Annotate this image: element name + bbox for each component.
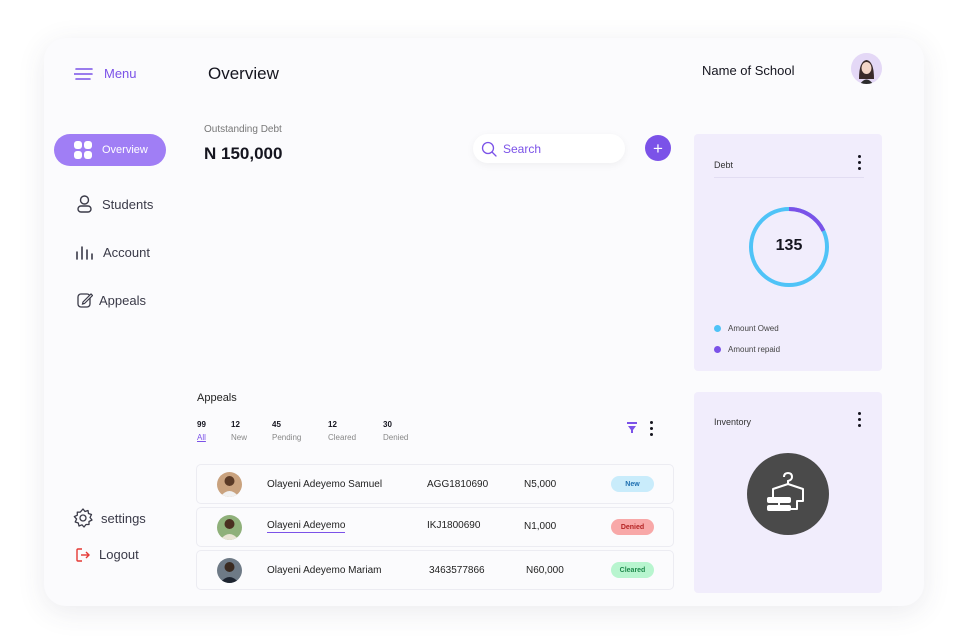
stat-pending[interactable]: 45 Pending — [272, 420, 301, 442]
stat-cleared[interactable]: 12 Cleared — [328, 420, 356, 442]
grid-icon — [74, 141, 92, 159]
debt-center-value: 135 — [775, 237, 803, 254]
stat-label: Denied — [383, 433, 409, 442]
stat-new[interactable]: 12 New — [231, 420, 247, 442]
avatar[interactable] — [851, 53, 882, 84]
stat-label: Pending — [272, 433, 302, 442]
appeals-title: Appeals — [197, 392, 237, 404]
stat-label: All — [197, 433, 206, 442]
settings-button[interactable]: settings — [73, 508, 146, 528]
sidebar-item-label: Students — [102, 196, 154, 212]
row-code: IKJ1800690 — [427, 520, 481, 531]
row-code: AGG1810690 — [427, 479, 489, 490]
stat-all[interactable]: 99 All — [197, 420, 206, 442]
stat-count: 30 — [383, 420, 392, 429]
divider — [714, 177, 864, 178]
row-name: Olayeni Adeyemo Mariam — [267, 565, 382, 576]
stat-label: New — [231, 433, 248, 442]
inventory-icon — [747, 453, 829, 535]
debt-card-title: Debt — [714, 160, 734, 170]
row-avatar — [217, 558, 242, 583]
row-avatar — [217, 515, 242, 540]
status-badge: Cleared — [611, 562, 654, 578]
row-amount: N1,000 — [524, 521, 557, 532]
inventory-card-title: Inventory — [714, 417, 752, 427]
user-icon — [77, 195, 92, 213]
legend-label: Amount repaid — [728, 345, 781, 354]
filter-icon[interactable] — [627, 422, 637, 433]
bar-chart-icon — [76, 245, 93, 260]
logout-button[interactable]: Logout — [76, 547, 139, 562]
sidebar-item-overview[interactable]: Overview — [54, 134, 166, 166]
menu-label: Menu — [104, 66, 137, 81]
search-input[interactable] — [503, 141, 613, 156]
search-box[interactable] — [473, 134, 625, 163]
legend-label: Amount Owed — [728, 324, 779, 333]
stat-count: 12 — [231, 420, 240, 429]
page-title: Overview — [208, 64, 279, 83]
legend-dot — [714, 346, 721, 353]
debt-card: Debt 135 Amount Owed Amount repaid — [694, 134, 882, 371]
sidebar-item-label: Account — [103, 245, 150, 260]
stat-count: 99 — [197, 420, 206, 429]
sidebar-item-label: Overview — [102, 144, 148, 156]
sidebar-item-label: Appeals — [99, 292, 146, 308]
table-row[interactable]: Olayeni Adeyemo IKJ1800690 N1,000 Denied — [196, 507, 674, 547]
menu-button[interactable]: Menu — [74, 66, 137, 81]
row-avatar — [217, 472, 242, 497]
settings-label: settings — [101, 510, 146, 526]
stat-count: 45 — [272, 420, 281, 429]
gear-icon — [73, 508, 93, 528]
inventory-card: Inventory — [694, 392, 882, 593]
status-badge: Denied — [611, 519, 654, 535]
stat-label: Cleared — [328, 433, 357, 442]
add-button[interactable]: + — [645, 135, 671, 161]
menu-icon — [74, 67, 93, 80]
logout-label: Logout — [99, 547, 139, 562]
sidebar-item-appeals[interactable]: Appeals — [77, 292, 146, 308]
row-code: 3463577866 — [429, 565, 485, 576]
row-amount: N5,000 — [524, 479, 557, 490]
inventory-card-more-icon[interactable] — [857, 412, 861, 427]
school-name: Name of School — [702, 63, 795, 78]
search-icon — [481, 141, 497, 157]
stat-denied[interactable]: 30 Denied — [383, 420, 408, 442]
table-row[interactable]: Olayeni Adeyemo Samuel AGG1810690 N5,000… — [196, 464, 674, 504]
legend-amount-repaid: Amount repaid — [714, 345, 780, 354]
debt-card-more-icon[interactable] — [857, 155, 861, 170]
outstanding-debt-label: Outstanding Debt — [204, 124, 282, 135]
appeals-more-icon[interactable] — [649, 421, 653, 436]
edit-icon — [77, 293, 93, 308]
outstanding-debt-value: N 150,000 — [204, 144, 283, 163]
sidebar-item-account[interactable]: Account — [76, 245, 150, 260]
logout-icon — [76, 547, 90, 562]
stat-count: 12 — [328, 420, 337, 429]
row-name[interactable]: Olayeni Adeyemo — [267, 520, 346, 533]
sidebar-item-students[interactable]: Students — [77, 195, 153, 213]
table-row[interactable]: Olayeni Adeyemo Mariam 3463577866 N60,00… — [196, 550, 674, 590]
row-amount: N60,000 — [526, 565, 564, 576]
legend-dot — [714, 325, 721, 332]
row-name: Olayeni Adeyemo Samuel — [267, 479, 383, 490]
status-badge: New — [611, 476, 654, 492]
legend-amount-owed: Amount Owed — [714, 324, 779, 333]
